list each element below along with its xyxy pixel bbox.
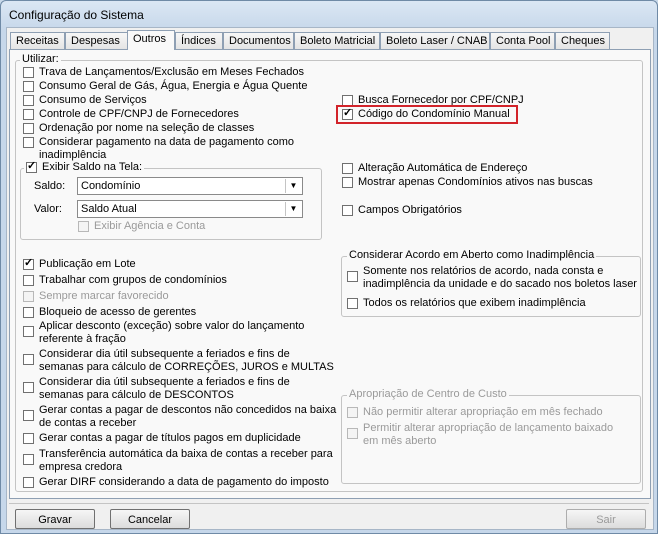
label-somente-relatorios-acordo: Somente nos relatórios de acordo, nada c… — [363, 265, 604, 277]
tab-documentos[interactable]: Documentos — [223, 32, 294, 49]
checkbox-controle-cpf[interactable] — [23, 109, 34, 120]
checkbox-considerar-pagamento[interactable] — [23, 137, 34, 148]
utilizar-title: Utilizar: — [20, 53, 61, 66]
checkbox-condominios-ativos[interactable] — [342, 177, 353, 188]
cancel-button[interactable]: Cancelar — [110, 509, 190, 529]
checkbox-codigo-condominio-manual[interactable]: ✓ — [342, 107, 353, 120]
label-dia-util-descontos: Considerar dia útil subsequente a feriad… — [39, 376, 290, 388]
checkbox-grupos-condominios[interactable] — [23, 275, 34, 286]
tab-despesas[interactable]: Despesas — [65, 32, 128, 49]
save-button[interactable]: Gravar — [15, 509, 95, 529]
checkbox-campos-obrigatorios[interactable] — [342, 205, 353, 216]
label-alteracao-endereco: Alteração Automática de Endereço — [358, 162, 528, 174]
label-aplicar-desconto-line2: referente à fração — [39, 333, 126, 345]
check-mark-icon: ✓ — [24, 257, 34, 269]
dropdown-arrow-icon[interactable]: ▼ — [285, 179, 301, 193]
valor-label: Valor: — [34, 203, 62, 215]
tab-outros[interactable]: Outros — [127, 30, 175, 50]
label-aplicar-desconto: Aplicar desconto (exceção) sobre valor d… — [39, 320, 305, 332]
check-mark-icon: ✓ — [27, 160, 37, 172]
saldo-label: Saldo: — [34, 180, 66, 192]
label-exibir-agencia: Exibir Agência e Conta — [94, 220, 206, 232]
label-marcar-favorecido: Sempre marcar favorecido — [39, 290, 169, 302]
label-todos-relatorios: Todos os relatórios que exibem inadimplê… — [363, 297, 586, 309]
label-controle-cpf: Controle de CPF/CNPJ de Fornecedores — [39, 108, 239, 120]
dropdown-arrow-icon[interactable]: ▼ — [285, 202, 301, 216]
checkbox-descontos-nao-concedidos[interactable] — [23, 410, 34, 421]
checkbox-somente-relatorios-acordo[interactable] — [347, 271, 358, 282]
config-window: Configuração do Sistema Receitas Despesa… — [0, 0, 658, 534]
checkbox-todos-relatorios[interactable] — [347, 298, 358, 309]
label-nao-permitir-apropriacao: Não permitir alterar apropriação em mês … — [363, 406, 603, 418]
checkbox-transferencia-automatica[interactable] — [23, 454, 34, 465]
label-publicacao-lote: Publicação em Lote — [39, 258, 136, 270]
saldo-group-title: Exibir Saldo na Tela: — [24, 161, 145, 174]
checkbox-gerar-dirf[interactable] — [23, 477, 34, 488]
checkbox-exibir-saldo[interactable]: ✓ — [26, 160, 37, 173]
label-permitir-apropriacao: Permitir alterar apropriação de lançamen… — [363, 422, 614, 434]
saldo-select-value: Condomínio — [81, 180, 141, 192]
label-condominios-ativos: Mostrar apenas Condomínios ativos nas bu… — [358, 176, 593, 188]
label-titulos-duplicidade: Gerar contas a pagar de títulos pagos em… — [39, 432, 301, 444]
checkbox-permitir-apropriacao[interactable] — [347, 428, 358, 439]
window-client: Receitas Despesas Outros Índices Documen… — [6, 27, 654, 530]
label-somente-relatorios-acordo-line2: inadimplência da unidade e do sacado nos… — [363, 278, 637, 290]
window-title: Configuração do Sistema — [9, 8, 144, 22]
label-considerar-pagamento: Considerar pagamento na data de pagament… — [39, 136, 295, 148]
label-codigo-condominio-manual: Código do Condomínio Manual — [358, 108, 510, 120]
checkbox-titulos-duplicidade[interactable] — [23, 433, 34, 444]
label-transferencia-automatica-line2: empresa credora — [39, 461, 123, 473]
label-permitir-apropriacao-line2: em mês aberto — [363, 435, 437, 447]
checkbox-bloqueio-gerentes[interactable] — [23, 307, 34, 318]
checkbox-alteracao-endereco[interactable] — [342, 163, 353, 174]
label-trava-lancamentos: Trava de Lançamentos/Exclusão em Meses F… — [39, 66, 304, 78]
label-dia-util-correcoes: Considerar dia útil subsequente a feriad… — [39, 348, 290, 360]
label-ordenacao-nome: Ordenação por nome na seleção de classes — [39, 122, 255, 134]
tab-boleto-matricial[interactable]: Boleto Matricial — [294, 32, 380, 49]
label-consumo-servicos: Consumo de Serviços — [39, 94, 147, 106]
checkbox-dia-util-correcoes[interactable] — [23, 354, 34, 365]
tab-boleto-laser-cnab[interactable]: Boleto Laser / CNAB — [380, 32, 490, 49]
valor-select-value: Saldo Atual — [81, 203, 137, 215]
saldo-select[interactable]: Condomínio ▼ — [77, 177, 303, 195]
tab-cheques[interactable]: Cheques — [555, 32, 610, 49]
label-transferencia-automatica: Transferência automática da baixa de con… — [39, 448, 333, 460]
checkbox-trava-lancamentos[interactable] — [23, 67, 34, 78]
checkbox-marcar-favorecido[interactable] — [23, 291, 34, 302]
checkbox-nao-permitir-apropriacao[interactable] — [347, 407, 358, 418]
acordo-group-title: Considerar Acordo em Aberto como Inadimp… — [347, 249, 597, 262]
check-mark-icon: ✓ — [343, 107, 353, 119]
checkbox-consumo-geral[interactable] — [23, 81, 34, 92]
custo-group-title: Apropriação de Centro de Custo — [347, 388, 509, 401]
label-gerar-dirf: Gerar DIRF considerando a data de pagame… — [39, 476, 329, 488]
tab-conta-pool[interactable]: Conta Pool — [490, 32, 555, 49]
tab-panel-outros: Utilizar: Trava de Lançamentos/Exclusão … — [9, 49, 651, 499]
tab-indices[interactable]: Índices — [175, 32, 223, 49]
button-bar: Gravar Cancelar Sair — [9, 503, 649, 529]
exit-button[interactable]: Sair — [566, 509, 646, 529]
label-consumo-geral: Consumo Geral de Gás, Água, Energia e Ág… — [39, 80, 308, 92]
tab-receitas[interactable]: Receitas — [10, 32, 65, 49]
valor-select[interactable]: Saldo Atual ▼ — [77, 200, 303, 218]
label-descontos-nao-concedidos: Gerar contas a pagar de descontos não co… — [39, 404, 337, 416]
checkbox-dia-util-descontos[interactable] — [23, 382, 34, 393]
label-grupos-condominios: Trabalhar com grupos de condomínios — [39, 274, 227, 286]
checkbox-consumo-servicos[interactable] — [23, 95, 34, 106]
checkbox-ordenacao-nome[interactable] — [23, 123, 34, 134]
checkbox-publicacao-lote[interactable]: ✓ — [23, 257, 34, 270]
checkbox-exibir-agencia[interactable] — [78, 221, 89, 232]
label-campos-obrigatorios: Campos Obrigatórios — [358, 204, 462, 216]
label-descontos-nao-concedidos-line2: de contas a receber — [39, 417, 137, 429]
label-dia-util-descontos-line2: semanas para cálculo de DESCONTOS — [39, 389, 234, 401]
label-dia-util-correcoes-line2: semanas para cálculo de CORREÇÕES, JUROS… — [39, 361, 334, 373]
label-bloqueio-gerentes: Bloqueio de acesso de gerentes — [39, 306, 197, 318]
checkbox-aplicar-desconto[interactable] — [23, 326, 34, 337]
